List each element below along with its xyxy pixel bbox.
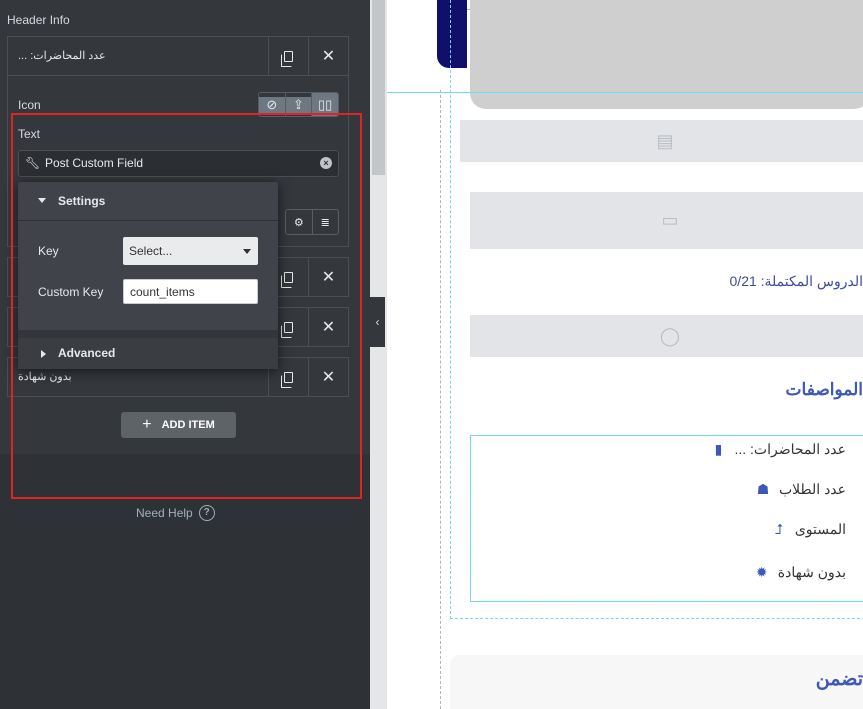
scrollbar-thumb[interactable]	[372, 0, 385, 175]
copy-icon	[281, 321, 293, 338]
spec-text: المستوى	[794, 521, 846, 537]
advanced-section-toggle[interactable]: Advanced	[18, 330, 278, 369]
link-options: ⚙ ≣	[285, 209, 339, 235]
preview-canvas: ▤ ▭ الدروس المكتملة: 0/21 ◯ المواصفات ▮ …	[387, 0, 863, 709]
dynamic-settings-popover: Settings Key Select... Custom Key Advanc…	[18, 182, 278, 369]
close-icon: ✕	[321, 269, 336, 286]
book-open-icon: ▯▯	[312, 96, 338, 113]
lower-card	[450, 655, 863, 709]
dynamic-text-field[interactable]: 🔧︎ Post Custom Field ×	[18, 150, 339, 177]
text-label: Text	[18, 127, 41, 141]
remove-item-button[interactable]: ✕	[308, 258, 348, 296]
settings-section-toggle[interactable]: Settings	[18, 182, 278, 221]
panel-scrollbar[interactable]	[370, 0, 387, 709]
chevron-left-icon: ‹	[375, 315, 380, 329]
upload-svg-button[interactable]: ⇪	[285, 93, 313, 116]
database-icon: ≣	[320, 216, 330, 229]
repeater-item-title[interactable]: عدد المحاضرات: ...	[18, 37, 106, 75]
add-item-button[interactable]: + ADD ITEM	[121, 412, 236, 438]
panel-footer	[0, 454, 370, 709]
remove-item-button[interactable]: ✕	[308, 308, 348, 346]
lessons-bar[interactable]: ▤	[460, 120, 863, 162]
duplicate-button[interactable]	[268, 37, 308, 75]
settings-label: Settings	[58, 194, 106, 208]
gear-icon: ⚙	[293, 216, 304, 229]
need-help-label: Need Help	[136, 506, 193, 520]
copy-icon	[281, 271, 293, 288]
advanced-label: Advanced	[58, 346, 116, 360]
icon-library-button[interactable]: ▯▯	[312, 93, 338, 116]
icon-label: Icon	[18, 98, 41, 112]
level-arrow-icon: ⮥	[774, 521, 783, 537]
copy-icon	[281, 50, 293, 67]
clear-dynamic-icon[interactable]: ×	[320, 157, 332, 169]
editor-panel: Header Info عدد المحاضرات: ... ✕ Icon ⊘ …	[0, 0, 370, 709]
link-settings-button[interactable]: ⚙	[286, 210, 313, 234]
monitor-icon: ▭	[661, 210, 679, 230]
collapse-panel-button[interactable]: ‹	[370, 297, 385, 347]
list-item: ☗ عدد الطلاب	[756, 481, 846, 498]
ban-icon: ⊘	[259, 96, 285, 113]
copy-icon	[281, 371, 293, 388]
certificate-icon: ✹	[755, 564, 768, 580]
completed-lessons-text: الدروس المكتملة: 0/21	[729, 273, 863, 289]
specs-heading: المواصفات	[785, 380, 863, 399]
guide-line	[440, 90, 441, 709]
spec-text: عدد المحاضرات: ...	[734, 441, 846, 457]
list-item: ⮥ المستوى	[772, 521, 846, 538]
close-icon: ✕	[321, 319, 336, 336]
book-icon: ▮	[714, 441, 723, 457]
icon-choices: ⊘ ⇪ ▯▯	[258, 92, 339, 117]
add-item-label: ADD ITEM	[161, 419, 215, 431]
close-icon: ✕	[321, 369, 336, 386]
need-help-link[interactable]: Need Help ?	[136, 505, 215, 521]
custom-key-label: Custom Key	[38, 285, 104, 299]
caret-down-icon	[38, 198, 46, 203]
key-select[interactable]: Select...	[123, 237, 258, 265]
includes-heading: تضمن	[815, 669, 863, 690]
graduate-icon: ☗	[756, 481, 770, 497]
spec-text: بدون شهادة	[777, 564, 846, 580]
dynamic-tag-value[interactable]: Post Custom Field	[45, 151, 143, 176]
chevron-down-icon	[243, 249, 251, 254]
list-item: ✹ بدون شهادة	[755, 564, 846, 581]
upload-icon: ⇪	[285, 96, 312, 113]
remove-item-button[interactable]: ✕	[308, 37, 348, 75]
key-select-value: Select...	[129, 244, 173, 258]
question-icon: ?	[198, 505, 215, 521]
video-bar[interactable]: ▭	[470, 192, 863, 249]
document-icon: ▤	[656, 130, 674, 151]
list-item: ▮ عدد المحاضرات: ...	[711, 441, 846, 458]
spec-text: عدد الطلاب	[779, 481, 846, 497]
plus-icon: +	[142, 416, 152, 433]
remove-item-button[interactable]: ✕	[308, 358, 348, 396]
wrench-icon[interactable]: 🔧︎	[25, 156, 40, 170]
repeater-item[interactable]: عدد المحاضرات: ... ✕	[7, 36, 349, 76]
header-info-label: Header Info	[7, 13, 70, 27]
close-icon: ✕	[321, 48, 336, 65]
custom-key-input[interactable]	[123, 279, 258, 304]
dynamic-tags-button[interactable]: ≣	[313, 210, 339, 234]
complete-bar[interactable]: ◯	[470, 315, 863, 357]
caret-right-icon	[41, 350, 46, 358]
check-circle-icon: ◯	[659, 325, 681, 346]
key-label: Key	[38, 244, 59, 258]
specs-list[interactable]: ▮ عدد المحاضرات: ... ☗ عدد الطلاب ⮥ المس…	[470, 435, 863, 602]
none-icon-button[interactable]: ⊘	[259, 93, 286, 116]
